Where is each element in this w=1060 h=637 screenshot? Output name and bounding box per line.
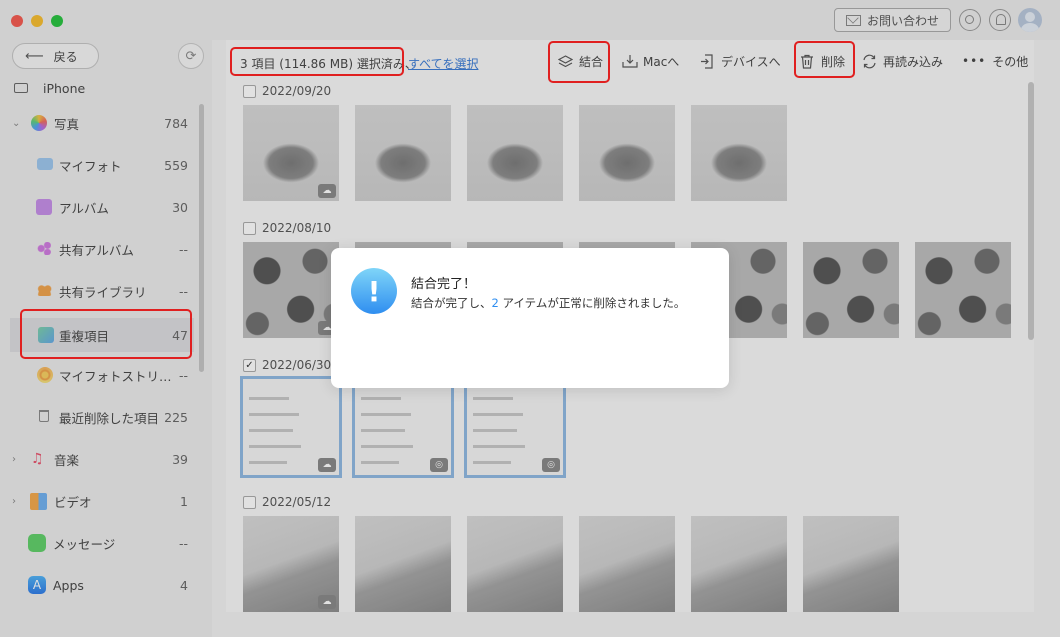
dialog-message-suffix: アイテムが正常に削除されました。: [498, 296, 686, 310]
highlight-delete-button: [794, 41, 855, 78]
highlight-selection-summary: [230, 47, 404, 76]
dialog-message: 結合が完了し、2 アイテムが正常に削除されました。: [411, 295, 685, 311]
dialog-message-count: 2: [491, 296, 499, 310]
info-exclamation-icon: !: [351, 268, 397, 314]
merge-complete-dialog: ! 結合完了！ 結合が完了し、2 アイテムが正常に削除されました。: [331, 248, 729, 388]
dialog-message-prefix: 結合が完了し、: [411, 296, 492, 310]
highlight-duplicates-item: [20, 309, 192, 359]
dialog-title: 結合完了！: [411, 277, 477, 292]
highlight-merge-button: [548, 41, 610, 83]
